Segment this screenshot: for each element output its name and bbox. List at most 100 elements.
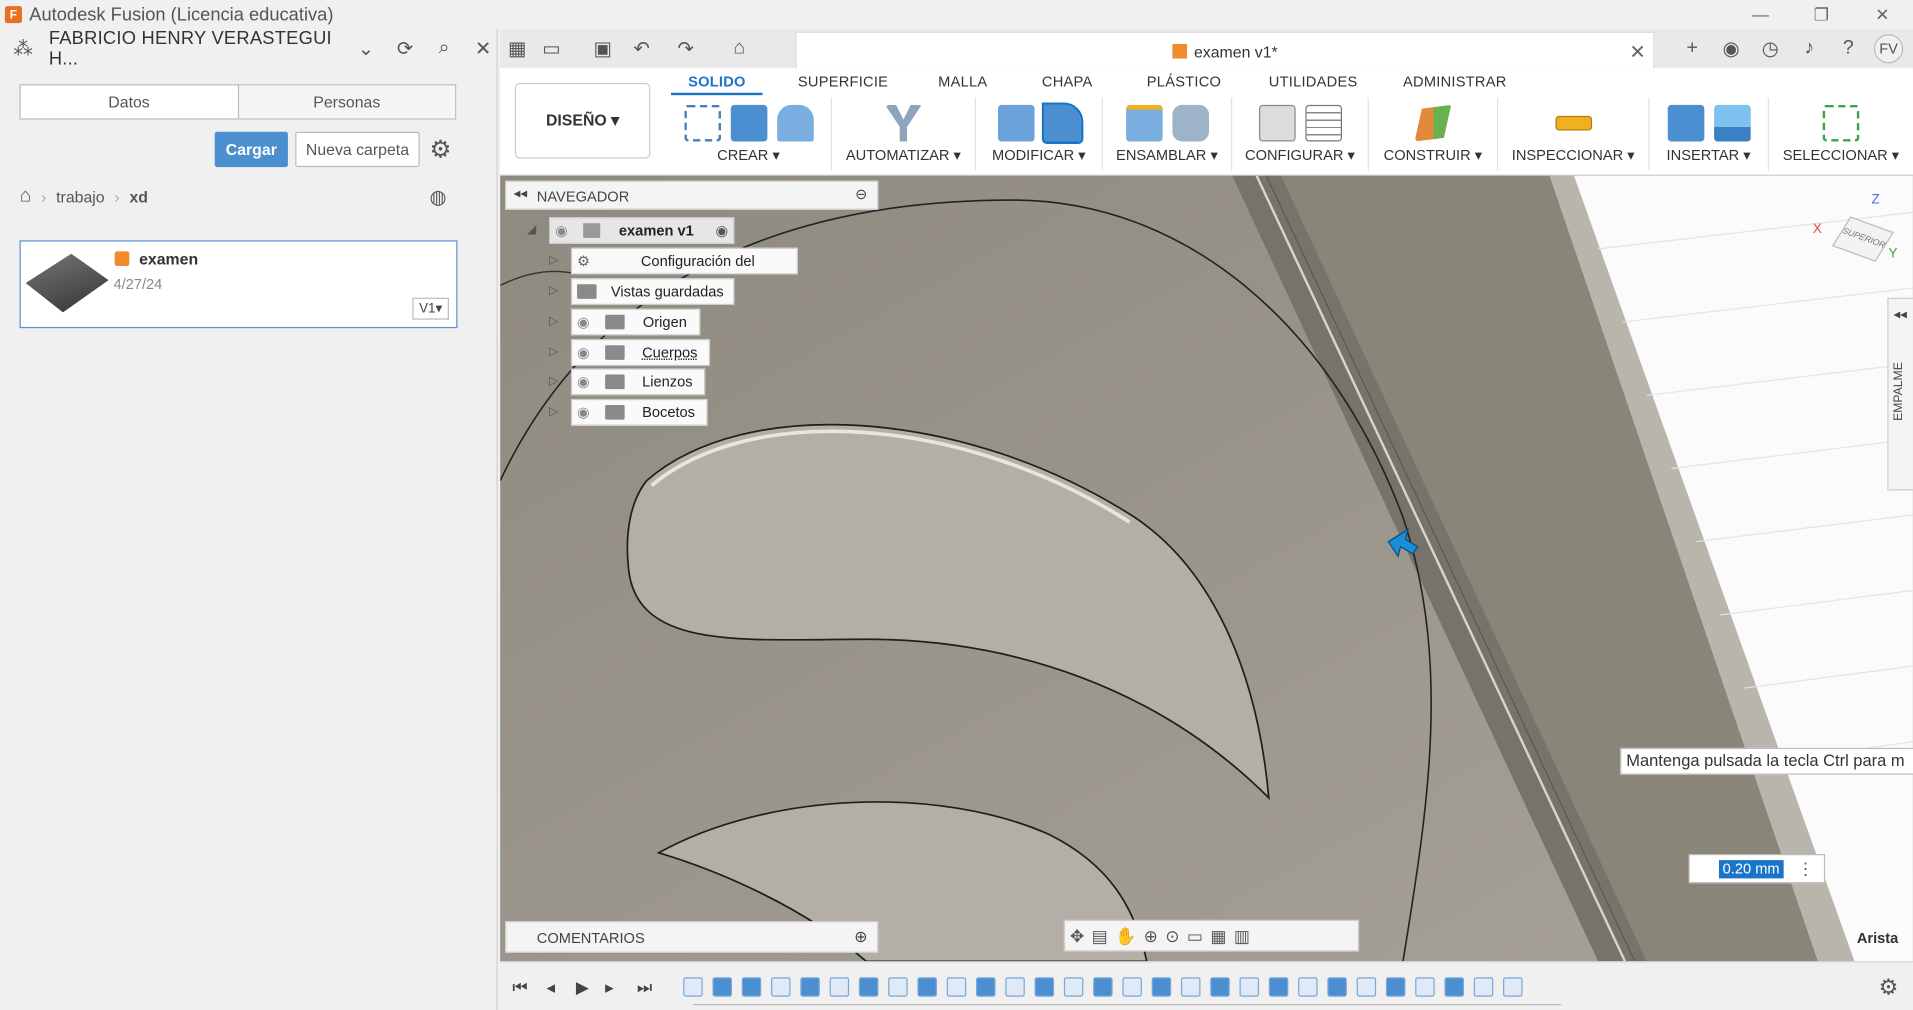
browser-item-bodies[interactable]: ◉ Cuerpos <box>570 339 711 366</box>
gear-icon[interactable]: ⚙ <box>429 134 451 165</box>
group-crear[interactable]: CREAR ▾ <box>666 97 833 171</box>
browser-item-canvases[interactable]: ◉ Lienzos <box>570 368 706 396</box>
close-window-button[interactable]: ✕ <box>1852 0 1913 29</box>
eye-icon[interactable]: ◉ <box>555 218 568 242</box>
eye-icon[interactable]: ◉ <box>577 340 590 364</box>
eye-icon[interactable]: ◉ <box>577 400 590 424</box>
press-pull-icon[interactable] <box>997 104 1034 142</box>
expand-arrow-icon[interactable]: ▷ <box>549 254 558 267</box>
timeline-feature[interactable] <box>1327 977 1347 997</box>
timeline-feature[interactable] <box>741 977 762 997</box>
select-box-icon[interactable] <box>1822 104 1860 142</box>
tab-malla[interactable]: MALLA <box>938 73 987 90</box>
go-to-start-icon[interactable]: ⏮ <box>512 977 527 998</box>
timeline-feature[interactable] <box>946 977 967 997</box>
grid-settings-icon[interactable]: ▦ <box>1210 925 1226 946</box>
breadcrumb-trabajo[interactable]: trabajo <box>56 187 104 205</box>
group-configurar[interactable]: CONFIGURAR ▾ <box>1232 97 1369 171</box>
close-tab-icon[interactable]: ✕ <box>1629 40 1645 64</box>
automate-icon[interactable] <box>885 104 922 142</box>
tab-chapa[interactable]: CHAPA <box>1042 73 1093 90</box>
timeline-feature[interactable] <box>1356 977 1377 997</box>
redo-icon[interactable]: ↷ <box>669 37 703 61</box>
dimension-value[interactable]: 0.20 mm <box>1718 860 1784 879</box>
measure-icon[interactable] <box>1554 115 1592 131</box>
group-inspeccionar[interactable]: INSPECCIONAR ▾ <box>1498 97 1650 171</box>
team-selector[interactable]: FABRICIO HENRY VERASTEGUI H... <box>49 28 341 69</box>
timeline-feature[interactable] <box>800 977 820 997</box>
view-cube[interactable]: SUPERIOR Z X Y <box>1813 193 1898 268</box>
timeline-feature[interactable] <box>1239 977 1260 997</box>
browser-item-document-settings[interactable]: ⚙ Configuración del documento <box>570 247 798 294</box>
group-insertar[interactable]: INSERTAR ▾ <box>1649 97 1769 171</box>
pan-hand-icon[interactable]: ✋ <box>1115 925 1136 946</box>
browser-header[interactable]: ◂◂ NAVEGADOR ⊖ <box>505 180 879 210</box>
timeline-feature[interactable] <box>829 977 850 997</box>
new-folder-button[interactable]: Nueva carpeta <box>295 131 420 168</box>
timeline-feature[interactable] <box>1005 977 1025 997</box>
expand-arrow-icon[interactable]: ◢ <box>527 223 536 236</box>
maximize-button[interactable]: ❐ <box>1791 0 1852 29</box>
user-avatar[interactable]: FV <box>1873 34 1904 64</box>
help-icon[interactable]: ? <box>1835 38 1862 60</box>
refresh-icon[interactable]: ⟳ <box>392 37 419 61</box>
collapse-arrows-icon[interactable]: ◂◂ <box>514 185 527 202</box>
tab-solido[interactable]: SOLIDO <box>671 73 763 96</box>
plane-icon[interactable] <box>1414 104 1452 142</box>
timeline-feature[interactable] <box>976 977 996 997</box>
timeline-feature[interactable] <box>1180 977 1201 997</box>
new-component-icon[interactable] <box>1125 104 1163 142</box>
table-icon[interactable] <box>1304 104 1342 142</box>
comments-panel[interactable]: COMENTARIOS ⊕ <box>505 921 879 953</box>
group-seleccionar[interactable]: SELECCIONAR ▾ <box>1769 98 1913 171</box>
parameters-icon[interactable] <box>1258 104 1296 142</box>
expand-arrow-icon[interactable]: ▷ <box>549 345 558 358</box>
upload-button[interactable]: Cargar <box>214 131 288 168</box>
close-panel-icon[interactable]: ✕ <box>470 37 497 61</box>
insert-component-icon[interactable] <box>1667 104 1704 142</box>
activate-radio-icon[interactable]: ◉ <box>716 218 729 242</box>
tab-administrar[interactable]: ADMINISTRAR <box>1403 73 1507 90</box>
browser-root[interactable]: ◉ examen v1 ◉ <box>549 217 735 244</box>
timeline-feature[interactable] <box>1298 977 1318 997</box>
timeline-feature[interactable] <box>917 977 937 997</box>
group-construir[interactable]: CONSTRUIR ▾ <box>1369 97 1499 171</box>
file-icon[interactable]: ▭ <box>534 37 568 61</box>
dimension-input[interactable]: 0.20 mm ⋮ <box>1688 854 1826 884</box>
undo-icon[interactable]: ↶ <box>625 37 659 61</box>
tab-superficie[interactable]: SUPERFICIE <box>798 73 888 90</box>
eye-icon[interactable]: ◉ <box>577 370 590 394</box>
version-selector[interactable]: V1▾ <box>412 297 449 320</box>
timeline-feature[interactable] <box>712 977 732 997</box>
tab-plastico[interactable]: PLÁSTICO <box>1147 73 1221 90</box>
save-icon[interactable]: ▣ <box>586 37 620 61</box>
timeline-feature[interactable] <box>858 977 879 997</box>
job-status-icon[interactable]: ◷ <box>1757 37 1784 61</box>
timeline-feature[interactable] <box>1034 977 1055 997</box>
document-tab[interactable]: examen v1* ✕ <box>795 31 1655 69</box>
globe-icon[interactable]: ◍ <box>429 185 446 209</box>
step-back-icon[interactable]: ◂ <box>547 977 556 998</box>
look-at-icon[interactable]: ▤ <box>1092 925 1108 946</box>
image-icon[interactable] <box>1713 104 1751 142</box>
timeline-feature[interactable] <box>1415 977 1435 997</box>
expand-arrow-icon[interactable]: ▷ <box>549 375 558 388</box>
group-automatizar[interactable]: AUTOMATIZAR ▾ <box>832 97 976 171</box>
view-cube-face[interactable]: SUPERIOR <box>1831 216 1894 262</box>
workspace-selector[interactable]: DISEÑO ▾ <box>514 82 651 159</box>
timeline-feature[interactable] <box>888 977 908 997</box>
browser-item-saved-views[interactable]: Vistas guardadas <box>570 278 735 305</box>
joint-icon[interactable] <box>1171 104 1209 142</box>
collapse-arrows-icon[interactable]: ◂◂ <box>1893 306 1906 322</box>
timeline-settings-gear-icon[interactable]: ⚙ <box>1879 975 1899 1001</box>
timeline-feature[interactable] <box>1473 977 1494 997</box>
play-icon[interactable]: ▶ <box>576 977 589 998</box>
chevron-down-icon[interactable]: ⌄ <box>353 37 380 61</box>
revolve-icon[interactable] <box>776 104 814 142</box>
timeline-feature[interactable] <box>1268 977 1289 997</box>
grid-icon[interactable]: ▦ <box>500 37 534 61</box>
fillet-side-panel[interactable]: ◂◂ EMPALME <box>1887 297 1913 491</box>
fit-icon[interactable]: ⊙ <box>1165 925 1179 946</box>
expand-arrow-icon[interactable]: ▷ <box>549 315 558 328</box>
minimize-browser-icon[interactable]: ⊖ <box>855 185 867 202</box>
